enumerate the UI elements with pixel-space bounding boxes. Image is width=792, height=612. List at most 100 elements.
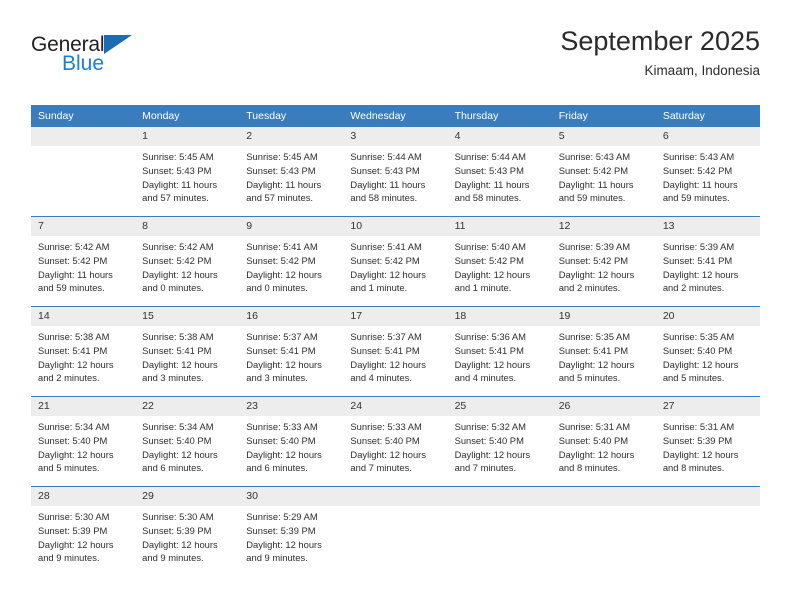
calendar-day-cell[interactable]: 6 Sunrise: 5:43 AM Sunset: 5:42 PM Daylight… xyxy=(655,127,760,217)
sunrise-text: Sunrise: 5:38 AM xyxy=(38,331,110,342)
daylight-text-line1: Daylight: 12 hours xyxy=(350,358,426,370)
calendar-day-cell[interactable]: 16 Sunrise: 5:37 AM Sunset: 5:41 PM Dayligh… xyxy=(239,306,344,397)
sunrise-text: Sunrise: 5:35 AM xyxy=(662,331,735,342)
day-cell-inner: 27 Sunrise: 5:31 AM Sunset: 5:39 PM Dayligh… xyxy=(655,397,760,486)
calendar-day-cell[interactable]: 1 Sunrise: 5:45 AM Sunset: 5:43 PM Daylight… xyxy=(135,127,240,217)
sunset-text: Sunset: 5:40 PM xyxy=(662,344,733,356)
day-number: 5 xyxy=(551,127,656,146)
sunset-text: Sunset: 5:42 PM xyxy=(246,254,316,266)
calendar-day-cell[interactable]: 25 Sunrise: 5:32 AM Sunset: 5:40 PM Dayligh… xyxy=(447,396,552,487)
calendar-day-cell[interactable]: 11 Sunrise: 5:40 AM Sunset: 5:42 PM Dayligh… xyxy=(447,216,552,307)
calendar-day-cell[interactable]: 18 Sunrise: 5:36 AM Sunset: 5:41 PM Dayligh… xyxy=(447,306,552,397)
sunset-text: Sunset: 5:41 PM xyxy=(38,344,108,356)
calendar-day-cell[interactable]: 30 Sunrise: 5:29 AM Sunset: 5:39 PM Dayligh… xyxy=(239,486,344,576)
day-number: 24 xyxy=(343,397,448,416)
daylight-text-line1: Daylight: 11 hours xyxy=(662,178,738,190)
sunrise-text: Sunrise: 5:33 AM xyxy=(350,421,422,432)
day-cell-inner: 18 Sunrise: 5:36 AM Sunset: 5:41 PM Dayligh… xyxy=(447,307,552,396)
calendar-day-cell[interactable]: 10 Sunrise: 5:41 AM Sunset: 5:42 PM Dayligh… xyxy=(343,216,448,307)
daylight-text-line2: and 9 minutes. xyxy=(246,552,308,564)
daylight-text-line2: and 7 minutes. xyxy=(454,462,517,474)
sunset-text: Sunset: 5:39 PM xyxy=(142,524,212,536)
daylight-text-line1: Daylight: 12 hours xyxy=(142,448,218,460)
day-number xyxy=(447,487,552,506)
calendar-day-cell[interactable]: 20 Sunrise: 5:35 AM Sunset: 5:40 PM Dayligh… xyxy=(655,306,760,397)
calendar-day-cell[interactable]: 26 Sunrise: 5:31 AM Sunset: 5:40 PM Dayligh… xyxy=(551,396,656,487)
day-cell-inner: 23 Sunrise: 5:33 AM Sunset: 5:40 PM Dayligh… xyxy=(239,397,344,486)
day-number: 8 xyxy=(135,217,240,236)
weekday-header-sunday: Sunday xyxy=(31,105,136,127)
daylight-text-line2: and 4 minutes. xyxy=(454,372,517,384)
calendar-day-cell[interactable]: 19 Sunrise: 5:35 AM Sunset: 5:41 PM Dayligh… xyxy=(551,306,656,397)
day-number: 18 xyxy=(447,307,552,326)
calendar-day-cell[interactable]: 21 Sunrise: 5:34 AM Sunset: 5:40 PM Dayligh… xyxy=(31,396,136,487)
daylight-text-line1: Daylight: 11 hours xyxy=(350,178,426,190)
day-details: Sunrise: 5:45 AM Sunset: 5:43 PM Daylight:… xyxy=(239,146,343,205)
day-number: 16 xyxy=(239,307,344,326)
calendar-day-cell[interactable]: 7 Sunrise: 5:42 AM Sunset: 5:42 PM Daylight… xyxy=(31,216,136,307)
calendar-day-cell[interactable]: 14 Sunrise: 5:38 AM Sunset: 5:41 PM Dayligh… xyxy=(31,306,136,397)
calendar-day-cell-empty xyxy=(655,486,760,576)
sunrise-text: Sunrise: 5:29 AM xyxy=(246,511,318,522)
daylight-text-line1: Daylight: 12 hours xyxy=(350,268,426,280)
sunrise-text: Sunrise: 5:36 AM xyxy=(454,331,526,342)
calendar-week-row: 1 Sunrise: 5:45 AM Sunset: 5:43 PM Daylight… xyxy=(31,127,760,217)
calendar-day-cell[interactable]: 2 Sunrise: 5:45 AM Sunset: 5:43 PM Daylight… xyxy=(239,127,344,217)
calendar-day-cell[interactable]: 27 Sunrise: 5:31 AM Sunset: 5:39 PM Dayligh… xyxy=(655,396,760,487)
sunset-text: Sunset: 5:39 PM xyxy=(662,434,733,446)
daylight-text-line1: Daylight: 12 hours xyxy=(142,358,218,370)
daylight-text-line1: Daylight: 12 hours xyxy=(558,268,635,280)
day-cell-inner xyxy=(551,487,656,576)
calendar-day-cell[interactable]: 3 Sunrise: 5:44 AM Sunset: 5:43 PM Daylight… xyxy=(343,127,448,217)
calendar-day-cell[interactable]: 28 Sunrise: 5:30 AM Sunset: 5:39 PM Dayligh… xyxy=(31,486,136,576)
calendar-day-cell[interactable]: 9 Sunrise: 5:41 AM Sunset: 5:42 PM Daylight… xyxy=(239,216,344,307)
day-cell-inner: 17 Sunrise: 5:37 AM Sunset: 5:41 PM Dayligh… xyxy=(343,307,448,396)
day-cell-inner: 4 Sunrise: 5:44 AM Sunset: 5:43 PM Daylight… xyxy=(447,127,552,216)
sunrise-text: Sunrise: 5:44 AM xyxy=(350,151,422,162)
day-cell-inner: 13 Sunrise: 5:39 AM Sunset: 5:41 PM Dayligh… xyxy=(655,217,760,306)
calendar-day-cell[interactable]: 24 Sunrise: 5:33 AM Sunset: 5:40 PM Dayligh… xyxy=(343,396,448,487)
day-cell-inner: 7 Sunrise: 5:42 AM Sunset: 5:42 PM Daylight… xyxy=(31,217,136,306)
sunset-text: Sunset: 5:42 PM xyxy=(454,254,524,266)
day-cell-inner: 28 Sunrise: 5:30 AM Sunset: 5:39 PM Dayligh… xyxy=(31,487,136,576)
daylight-text-line1: Daylight: 12 hours xyxy=(246,538,322,550)
daylight-text-line1: Daylight: 12 hours xyxy=(142,538,218,550)
sunrise-text: Sunrise: 5:43 AM xyxy=(662,151,735,162)
daylight-text-line2: and 9 minutes. xyxy=(142,552,204,564)
daylight-text-line1: Daylight: 11 hours xyxy=(246,178,322,190)
calendar-day-cell[interactable]: 23 Sunrise: 5:33 AM Sunset: 5:40 PM Dayligh… xyxy=(239,396,344,487)
calendar-day-cell[interactable]: 12 Sunrise: 5:39 AM Sunset: 5:42 PM Dayligh… xyxy=(551,216,656,307)
calendar-day-cell[interactable]: 4 Sunrise: 5:44 AM Sunset: 5:43 PM Daylight… xyxy=(447,127,552,217)
day-details: Sunrise: 5:35 AM Sunset: 5:40 PM Daylight:… xyxy=(656,326,760,385)
calendar-day-cell[interactable]: 8 Sunrise: 5:42 AM Sunset: 5:42 PM Daylight… xyxy=(135,216,240,307)
daylight-text-line1: Daylight: 12 hours xyxy=(662,448,739,460)
daylight-text-line2: and 6 minutes. xyxy=(246,462,308,474)
daylight-text-line2: and 5 minutes. xyxy=(38,462,100,474)
calendar-day-cell[interactable]: 29 Sunrise: 5:30 AM Sunset: 5:39 PM Dayligh… xyxy=(135,486,240,576)
sunrise-text: Sunrise: 5:34 AM xyxy=(142,421,214,432)
sunrise-text: Sunrise: 5:45 AM xyxy=(246,151,318,162)
day-number: 30 xyxy=(239,487,344,506)
day-cell-inner: 30 Sunrise: 5:29 AM Sunset: 5:39 PM Dayligh… xyxy=(239,487,344,576)
sunrise-text: Sunrise: 5:38 AM xyxy=(142,331,214,342)
day-cell-inner: 8 Sunrise: 5:42 AM Sunset: 5:42 PM Daylight… xyxy=(135,217,240,306)
daylight-text-line2: and 1 minute. xyxy=(454,282,512,294)
day-cell-inner: 24 Sunrise: 5:33 AM Sunset: 5:40 PM Dayligh… xyxy=(343,397,448,486)
calendar-day-cell[interactable]: 5 Sunrise: 5:43 AM Sunset: 5:42 PM Daylight… xyxy=(551,127,656,217)
daylight-text-line2: and 57 minutes. xyxy=(246,192,313,204)
day-cell-inner: 26 Sunrise: 5:31 AM Sunset: 5:40 PM Dayligh… xyxy=(551,397,656,486)
calendar-day-cell[interactable]: 22 Sunrise: 5:34 AM Sunset: 5:40 PM Dayligh… xyxy=(135,396,240,487)
daylight-text-line2: and 58 minutes. xyxy=(454,192,522,204)
calendar-day-cell[interactable]: 13 Sunrise: 5:39 AM Sunset: 5:41 PM Dayligh… xyxy=(655,216,760,307)
day-cell-inner: 9 Sunrise: 5:41 AM Sunset: 5:42 PM Daylight… xyxy=(239,217,344,306)
day-number xyxy=(655,487,760,506)
daylight-text-line2: and 59 minutes. xyxy=(558,192,626,204)
sunrise-text: Sunrise: 5:32 AM xyxy=(454,421,526,432)
daylight-text-line1: Daylight: 12 hours xyxy=(454,358,531,370)
daylight-text-line2: and 9 minutes. xyxy=(38,552,100,564)
calendar-day-cell[interactable]: 15 Sunrise: 5:38 AM Sunset: 5:41 PM Dayligh… xyxy=(135,306,240,397)
sunrise-text: Sunrise: 5:31 AM xyxy=(558,421,631,432)
day-details: Sunrise: 5:44 AM Sunset: 5:43 PM Daylight:… xyxy=(448,146,552,205)
sunset-text: Sunset: 5:39 PM xyxy=(38,524,108,536)
calendar-day-cell[interactable]: 17 Sunrise: 5:37 AM Sunset: 5:41 PM Dayligh… xyxy=(343,306,448,397)
